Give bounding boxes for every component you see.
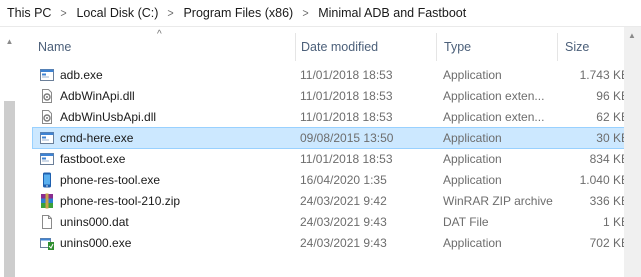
file-name: fastboot.exe (60, 152, 126, 166)
file-name: cmd-here.exe (60, 131, 134, 145)
file-name: unins000.dat (60, 215, 129, 229)
column-header-name[interactable]: Name (30, 33, 295, 61)
column-header-row: ^ Name Date modified Type Size (30, 29, 636, 63)
file-row[interactable]: AdbWinUsbApi.dll 11/01/2018 18:53 Applicat… (33, 107, 633, 127)
breadcrumb: This PC > Local Disk (C:) > Program File… (0, 0, 641, 27)
file-date-modified: 09/08/2015 13:50 (300, 131, 394, 145)
file-name: AdbWinApi.dll (60, 89, 135, 103)
vertical-scrollbar[interactable]: ▲ (624, 27, 641, 277)
scroll-up-icon[interactable]: ▲ (4, 37, 15, 49)
file-date-modified: 24/03/2021 9:42 (300, 194, 387, 208)
file-row[interactable]: phone-res-tool-210.zip 24/03/2021 9:42 Win… (33, 191, 633, 211)
breadcrumb-local-disk[interactable]: Local Disk (C:) (76, 6, 158, 20)
file-size: 1 KB (602, 215, 629, 229)
winrar-archive-icon (39, 193, 55, 209)
dll-gear-icon (39, 88, 55, 104)
file-name: phone-res-tool.exe (60, 173, 161, 187)
file-type: Application (443, 68, 502, 82)
file-type: Application exten... (443, 110, 545, 124)
file-type: Application (443, 152, 502, 166)
file-row[interactable]: adb.exe 11/01/2018 18:53 Application 1.743 … (33, 65, 633, 85)
file-date-modified: 11/01/2018 18:53 (300, 68, 393, 82)
column-header-type[interactable]: Type (436, 33, 557, 61)
blank-file-icon (39, 214, 55, 230)
file-row[interactable]: unins000.dat 24/03/2021 9:43 DAT File 1 KB (33, 212, 633, 232)
file-date-modified: 16/04/2020 1:35 (300, 173, 387, 187)
navigation-pane-scrollbar[interactable]: ▲ (0, 27, 17, 277)
breadcrumb-this-pc[interactable]: This PC (7, 6, 51, 20)
file-type: WinRAR ZIP archive (443, 194, 553, 208)
file-type: Application (443, 173, 502, 187)
file-size: 1.040 KB (579, 173, 629, 187)
file-date-modified: 11/01/2018 18:53 (300, 152, 393, 166)
exe-window-icon (39, 67, 55, 83)
file-list: ^ Name Date modified Type Size adb.exe 11… (30, 29, 636, 250)
file-size: 834 KB (589, 152, 629, 166)
file-date-modified: 24/03/2021 9:43 (300, 236, 387, 250)
file-size: 1.743 KB (579, 68, 629, 82)
column-header-date[interactable]: Date modified (292, 33, 437, 61)
column-header-size[interactable]: Size (557, 33, 632, 61)
file-type: Application (443, 131, 502, 145)
scroll-up-icon[interactable]: ▲ (628, 31, 636, 40)
file-type: Application (443, 236, 502, 250)
file-row[interactable]: fastboot.exe 11/01/2018 18:53 Application 8… (33, 149, 633, 169)
file-size: 96 KB (596, 89, 629, 103)
dll-gear-icon (39, 109, 55, 125)
file-date-modified: 11/01/2018 18:53 (300, 89, 393, 103)
file-size: 702 KB (589, 236, 629, 250)
file-name: adb.exe (60, 68, 103, 82)
exe-window-icon (39, 151, 55, 167)
file-size: 30 KB (596, 131, 629, 145)
file-date-modified: 11/01/2018 18:53 (300, 110, 393, 124)
file-row[interactable]: AdbWinApi.dll 11/01/2018 18:53 Application… (33, 86, 633, 106)
file-size: 62 KB (596, 110, 629, 124)
file-name: AdbWinUsbApi.dll (60, 110, 157, 124)
chevron-right-icon[interactable]: > (168, 6, 174, 20)
exe-window-icon (39, 130, 55, 146)
file-row[interactable]: phone-res-tool.exe 16/04/2020 1:35 Applica… (33, 170, 633, 190)
breadcrumb-program-files[interactable]: Program Files (x86) (183, 6, 293, 20)
file-type: Application exten... (443, 89, 545, 103)
file-name: unins000.exe (60, 236, 132, 250)
uninstaller-icon (39, 235, 55, 251)
chevron-right-icon[interactable]: > (61, 6, 67, 20)
file-date-modified: 24/03/2021 9:43 (300, 215, 387, 229)
file-name: phone-res-tool-210.zip (60, 194, 181, 208)
file-type: DAT File (443, 215, 489, 229)
scrollbar-thumb[interactable] (4, 101, 15, 277)
file-size: 336 KB (589, 194, 629, 208)
file-row[interactable]: cmd-here.exe 09/08/2015 13:50 Application 3… (32, 127, 634, 149)
breadcrumb-current-folder[interactable]: Minimal ADB and Fastboot (318, 6, 466, 20)
phone-app-icon (39, 172, 55, 188)
file-row[interactable]: unins000.exe 24/03/2021 9:43 Application 70… (33, 233, 633, 253)
chevron-right-icon[interactable]: > (303, 6, 309, 20)
